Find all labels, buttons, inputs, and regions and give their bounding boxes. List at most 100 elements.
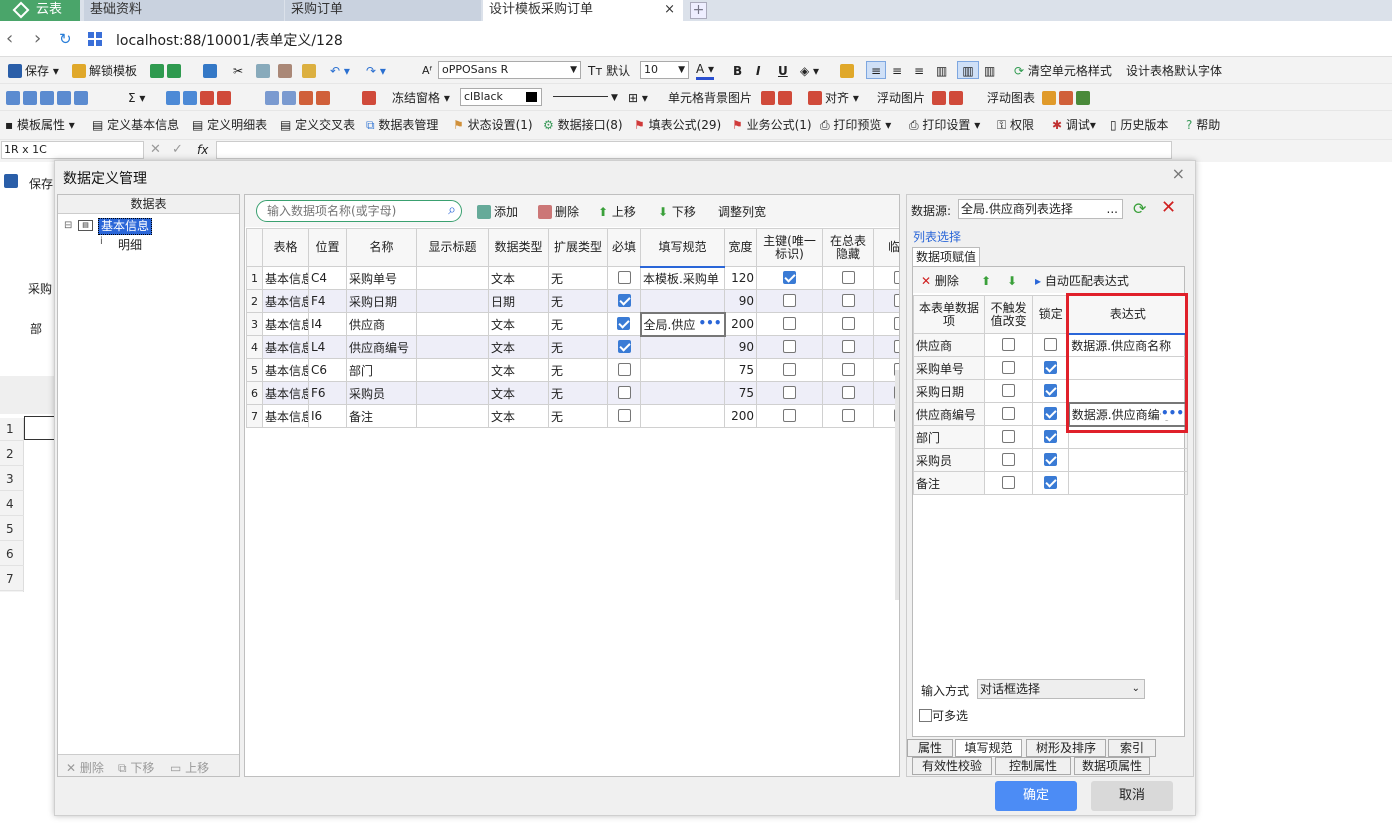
cell-hide-summary[interactable] — [822, 335, 874, 359]
assign-down-icon[interactable]: ⬇ — [1007, 272, 1017, 290]
align-right-icon[interactable]: ≡ — [914, 62, 924, 80]
bg-save[interactable]: 保存 — [0, 168, 55, 198]
cell-table[interactable]: 基本信息 — [262, 381, 309, 405]
help-button[interactable]: ? 帮助 — [1186, 116, 1220, 134]
cancel-icon[interactable]: ✕ — [150, 142, 161, 157]
cell-form-item[interactable]: 部门 — [912, 425, 986, 449]
define-detail-button[interactable]: ▤ 定义明细表 — [192, 116, 267, 134]
tab-validation[interactable]: 有效性校验 — [912, 757, 992, 775]
cell-position[interactable]: C6 — [308, 358, 347, 382]
table-row[interactable]: 4 基本信息 L4 供应商编号 文本无 90 — [246, 335, 899, 359]
cell-type[interactable]: 文本 — [488, 404, 549, 428]
cell-ext[interactable]: 无 — [548, 381, 608, 405]
cell-expression[interactable] — [1068, 448, 1188, 472]
tab-attributes[interactable]: 属性 — [907, 739, 953, 757]
cancel-button[interactable]: 取消 — [1091, 781, 1173, 811]
save-button[interactable]: 保存 ▾ — [8, 62, 59, 80]
auto-match-button[interactable]: ▸ 自动匹配表达式 — [1035, 272, 1129, 290]
tree-up-button[interactable]: ▭ 上移 — [170, 759, 209, 776]
move-up-button[interactable]: ⬆ 上移 — [598, 203, 636, 221]
cell-table[interactable]: 基本信息 — [262, 312, 309, 336]
cell-required[interactable] — [607, 335, 641, 359]
cell-lock[interactable] — [1032, 425, 1070, 449]
cell-fill-rule[interactable] — [640, 381, 725, 405]
fill-color-icon[interactable]: ◈ ▾ — [800, 62, 819, 80]
cell-primary-key[interactable] — [756, 312, 823, 336]
move-down-button[interactable]: ⬇ 下移 — [658, 203, 696, 221]
export-icon[interactable] — [203, 62, 220, 80]
justify-icon[interactable]: ▥ — [957, 61, 979, 79]
datasource-field[interactable]: 全局.供应商列表选择... — [958, 199, 1123, 219]
cell-hide-summary[interactable] — [822, 358, 874, 382]
cell-primary-key[interactable] — [756, 335, 823, 359]
format-brush-icon[interactable] — [302, 62, 319, 80]
vertical-align-icon[interactable]: ▥ — [984, 62, 995, 80]
template-attr-button[interactable]: ▪ 模板属性 ▾ — [5, 116, 75, 134]
cell-primary-key[interactable] — [756, 358, 823, 382]
search-icon[interactable]: ⌕ — [448, 202, 456, 218]
cell-ref-field[interactable]: 1R x 1C — [1, 141, 144, 159]
assign-delete-button[interactable]: ✕ 删除 — [921, 272, 959, 290]
cell-ext[interactable]: 无 — [548, 404, 608, 428]
cell-table[interactable]: 基本信息 — [262, 358, 309, 382]
cell-name[interactable]: 供应商 — [346, 312, 417, 336]
cell-required[interactable] — [607, 289, 641, 313]
datasource-more-button[interactable]: ... — [1107, 200, 1118, 218]
cell-title[interactable] — [416, 335, 489, 359]
tab-index[interactable]: 索引 — [1108, 739, 1156, 757]
data-api-button[interactable]: ⚙ 数据接口(8) — [543, 116, 623, 134]
table-row[interactable]: 1 基本信息 C4 采购单号 文本无 本模板.采购单 120 — [246, 266, 899, 290]
cell-lock[interactable] — [1032, 402, 1070, 426]
tab-fill-rule[interactable]: 填写规范 — [955, 739, 1022, 757]
distribute-icon[interactable]: ▥ — [936, 62, 947, 80]
fx-icon[interactable]: fx — [197, 143, 208, 157]
align-center-icon[interactable]: ≡ — [892, 62, 902, 80]
cell-form-item[interactable]: 采购日期 — [912, 379, 986, 403]
formula-input[interactable] — [216, 141, 1172, 159]
cell-form-item[interactable]: 供应商编号 — [912, 402, 986, 426]
datatable-mgr-button[interactable]: ⧉ 数据表管理 — [366, 116, 438, 134]
cell-name[interactable]: 采购日期 — [346, 289, 417, 313]
cell-hide-summary[interactable] — [822, 404, 874, 428]
tab-purchase-order[interactable]: 采购订单 — [285, 0, 481, 21]
cell-no-trigger[interactable] — [984, 425, 1034, 449]
cell-ext[interactable]: 无 — [548, 289, 608, 313]
print-settings-button[interactable]: ⎙ 打印设置 ▾ — [909, 116, 980, 134]
cell-type[interactable]: 文本 — [488, 312, 549, 336]
cell-width[interactable]: 200 — [724, 404, 757, 428]
cell-temp[interactable] — [873, 289, 899, 313]
cell-ext[interactable]: 无 — [548, 335, 608, 359]
cell-position[interactable]: I4 — [308, 312, 347, 336]
cell-title[interactable] — [416, 312, 489, 336]
ok-button[interactable]: 确定 — [995, 781, 1077, 811]
freeze-icon[interactable] — [362, 89, 379, 107]
cell-primary-key[interactable] — [756, 404, 823, 428]
cell-required[interactable] — [607, 312, 641, 336]
cell-form-item[interactable]: 采购员 — [912, 448, 986, 472]
border-icon[interactable]: ⊞ ▾ — [628, 89, 648, 107]
freeze-panes-button[interactable]: 冻结窗格 ▾ — [392, 89, 450, 107]
paste-icon[interactable] — [278, 62, 295, 80]
biz-formula-button[interactable]: ⚑ 业务公式(1) — [732, 116, 812, 134]
fill-formula-button[interactable]: ⚑ 填表公式(29) — [634, 116, 721, 134]
cut-icon[interactable]: ✂ — [233, 62, 243, 80]
cell-title[interactable] — [416, 381, 489, 405]
cell-lock[interactable] — [1032, 379, 1070, 403]
cell-type[interactable]: 文本 — [488, 335, 549, 359]
cell-required[interactable] — [607, 266, 641, 290]
url-text[interactable]: localhost:88/10001/表单定义/128 — [116, 30, 343, 50]
tab-design-template[interactable]: 设计模板采购订单 × — [483, 0, 683, 21]
line-style-icon[interactable] — [553, 96, 608, 97]
row-col-icons[interactable] — [166, 89, 234, 107]
cell-width[interactable]: 90 — [724, 335, 757, 359]
cell-fill-rule[interactable]: 全局.供应 ••• — [639, 311, 726, 337]
cell-name[interactable]: 采购员 — [346, 381, 417, 405]
font-default-button[interactable]: Tт 默认 — [588, 62, 630, 80]
define-cross-button[interactable]: ▤ 定义交叉表 — [280, 116, 355, 134]
search-input[interactable] — [267, 203, 439, 219]
tab-yunbiao[interactable]: 云表 — [0, 0, 80, 21]
font-size-select[interactable]: 10 ▼ — [640, 61, 689, 79]
cell-no-trigger[interactable] — [984, 356, 1034, 380]
define-basic-button[interactable]: ▤ 定义基本信息 — [92, 116, 179, 134]
refresh-icon[interactable]: ↻ — [59, 30, 72, 48]
